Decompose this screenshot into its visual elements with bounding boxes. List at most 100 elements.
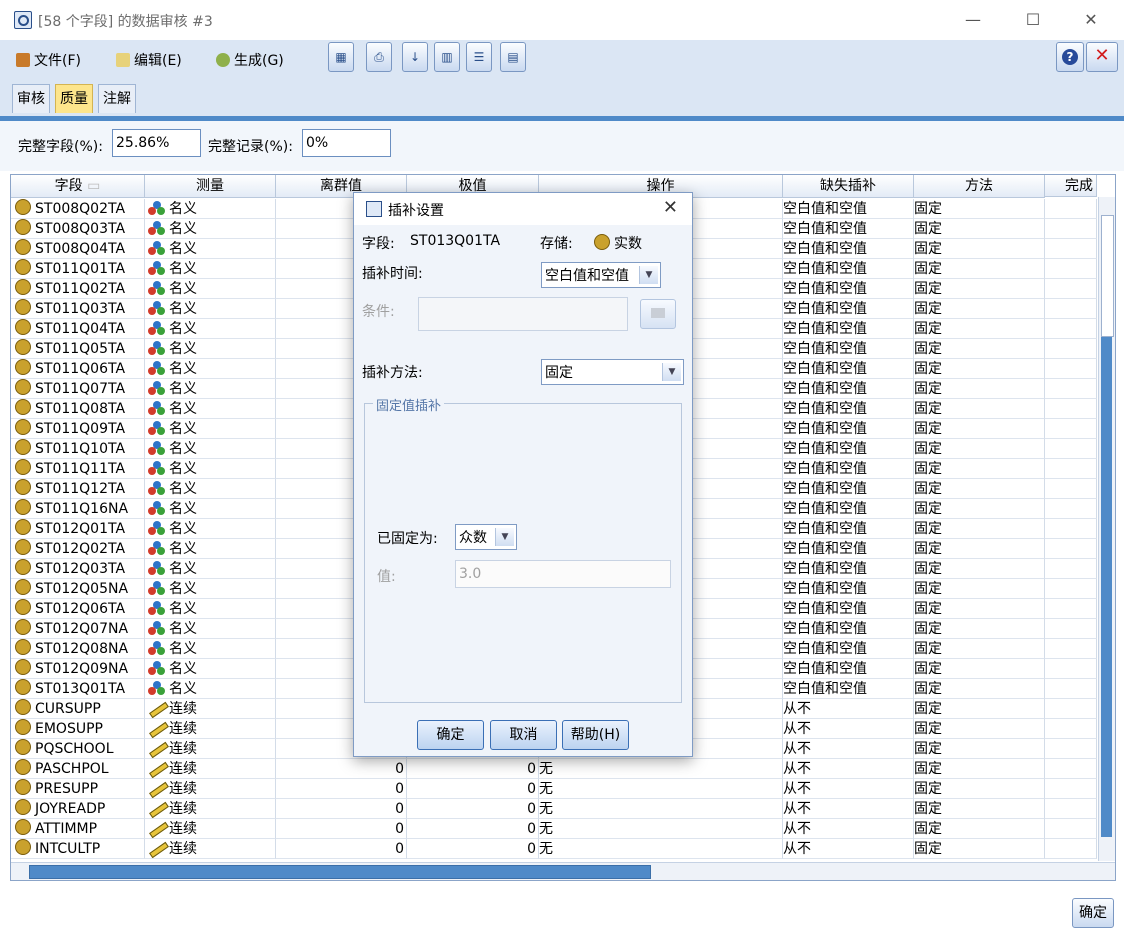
- measure-value: 名义: [169, 621, 197, 637]
- hscrollbar-thumb[interactable]: [29, 865, 651, 879]
- header-field[interactable]: 字段 ▭: [11, 175, 145, 198]
- complete-cell: [1045, 299, 1097, 319]
- complete-cell: [1045, 479, 1097, 499]
- complete-cell: [1045, 779, 1097, 799]
- op-cell: 无: [539, 779, 783, 799]
- export-icon[interactable]: ▦: [328, 42, 354, 72]
- menu-edit[interactable]: 编辑(E): [116, 50, 182, 70]
- ok-button[interactable]: 确定: [1072, 898, 1114, 928]
- field-name: ST011Q02TA: [35, 281, 126, 297]
- impute-method-select[interactable]: 固定 ▼: [541, 359, 684, 385]
- real-storage-icon: [15, 199, 31, 215]
- field-name: ST008Q02TA: [35, 201, 126, 217]
- field-name: ST012Q02TA: [35, 541, 126, 557]
- table-view-icon[interactable]: ▤: [500, 42, 526, 72]
- dialog-field-label: 字段:: [362, 236, 395, 252]
- close-icon[interactable]: ✕: [1086, 42, 1118, 72]
- complete-records-field[interactable]: 0%: [302, 129, 391, 157]
- menu-generate[interactable]: 生成(G): [216, 50, 284, 70]
- impute-cell: 空白值和空值: [783, 659, 914, 679]
- complete-records-label: 完整记录(%):: [208, 139, 293, 155]
- scrollbar-track[interactable]: [1101, 337, 1112, 837]
- chevron-down-icon: ▼: [495, 528, 514, 546]
- complete-fields-field[interactable]: 25.86%: [112, 129, 201, 157]
- field-cell: ST008Q04TA: [11, 239, 145, 259]
- impute-cell: 空白值和空值: [783, 579, 914, 599]
- value-input[interactable]: 3.0: [455, 560, 671, 588]
- measure-cell: 连续: [145, 759, 276, 779]
- vertical-scrollbar[interactable]: [1098, 197, 1115, 861]
- condition-input[interactable]: [418, 297, 628, 331]
- field-cell: ST011Q11TA: [11, 459, 145, 479]
- field-cell: ST012Q08NA: [11, 639, 145, 659]
- menu-file[interactable]: 文件(F): [16, 50, 81, 70]
- table-row[interactable]: JOYREADP 连续 0 0 无从不 固定: [11, 799, 1097, 819]
- real-storage-icon: [15, 839, 31, 855]
- sort-icon[interactable]: ↓: [402, 42, 428, 72]
- minimize-button[interactable]: —: [958, 8, 988, 32]
- continuous-icon: [148, 781, 166, 795]
- field-name: ST011Q07TA: [35, 381, 126, 397]
- dialog-storage: 实数: [594, 233, 642, 253]
- table-row[interactable]: PASCHPOL 连续 0 0 无从不 固定: [11, 759, 1097, 779]
- impute-when-select[interactable]: 空白值和空值 ▼: [541, 262, 661, 288]
- nominal-icon: [148, 641, 166, 655]
- dialog-title: 插补设置: [388, 203, 444, 219]
- horizontal-scrollbar[interactable]: [11, 862, 1115, 880]
- print-icon[interactable]: ⎙: [366, 42, 392, 72]
- impute-cell: 空白值和空值: [783, 479, 914, 499]
- real-storage-icon: [15, 719, 31, 735]
- measure-value: 名义: [169, 361, 197, 377]
- dialog-help-button[interactable]: 帮助(H): [562, 720, 629, 750]
- fixed-as-value: 众数: [459, 530, 487, 546]
- measure-cell: 名义: [145, 679, 276, 699]
- measure-cell: 名义: [145, 279, 276, 299]
- continuous-icon: [148, 821, 166, 835]
- help-button[interactable]: ?: [1056, 42, 1084, 72]
- op-cell: 无: [539, 759, 783, 779]
- field-cell: ST011Q16NA: [11, 499, 145, 519]
- measure-value: 名义: [169, 581, 197, 597]
- fixed-as-select[interactable]: 众数 ▼: [455, 524, 517, 550]
- dialog-cancel-button[interactable]: 取消: [490, 720, 557, 750]
- nominal-icon: [148, 581, 166, 595]
- impute-cell: 空白值和空值: [783, 219, 914, 239]
- method-cell: 固定: [914, 779, 1045, 799]
- list-view-icon[interactable]: ☰: [466, 42, 492, 72]
- measure-value: 名义: [169, 521, 197, 537]
- header-measure[interactable]: 测量: [145, 175, 276, 198]
- chevron-down-icon: ▼: [662, 363, 681, 381]
- tab-quality[interactable]: 质量: [55, 84, 93, 113]
- tab-audit[interactable]: 审核: [12, 84, 50, 113]
- impute-cell: 空白值和空值: [783, 539, 914, 559]
- table-row[interactable]: INTCULTP 连续 0 0 无从不 固定: [11, 839, 1097, 859]
- field-cell: ST012Q01TA: [11, 519, 145, 539]
- grid-view-icon[interactable]: ▥: [434, 42, 460, 72]
- header-impute-missing[interactable]: 缺失插补: [783, 175, 914, 198]
- complete-cell: [1045, 659, 1097, 679]
- header-complete[interactable]: 完成: [1045, 175, 1097, 197]
- measure-cell: 名义: [145, 299, 276, 319]
- tab-annotation[interactable]: 注解: [98, 84, 136, 113]
- measure-value: 名义: [169, 601, 197, 617]
- impute-when-value: 空白值和空值: [545, 268, 629, 284]
- expression-builder-button[interactable]: [640, 299, 676, 329]
- measure-value: 连续: [169, 801, 197, 817]
- close-window-button[interactable]: ✕: [1076, 8, 1106, 32]
- impute-cell: 空白值和空值: [783, 519, 914, 539]
- continuous-icon: [148, 721, 166, 735]
- impute-cell: 空白值和空值: [783, 379, 914, 399]
- table-row[interactable]: ATTIMMP 连续 0 0 无从不 固定: [11, 819, 1097, 839]
- header-method[interactable]: 方法: [914, 175, 1045, 198]
- scrollbar-thumb[interactable]: [1101, 215, 1114, 337]
- dialog-ok-button[interactable]: 确定: [417, 720, 484, 750]
- method-cell: 固定: [914, 299, 1045, 319]
- dialog-close-icon[interactable]: ✕: [663, 197, 678, 218]
- measure-value: 名义: [169, 461, 197, 477]
- continuous-icon: [148, 761, 166, 775]
- method-cell: 固定: [914, 839, 1045, 859]
- complete-cell: [1045, 339, 1097, 359]
- maximize-button[interactable]: ☐: [1018, 8, 1048, 32]
- method-cell: 固定: [914, 499, 1045, 519]
- table-row[interactable]: PRESUPP 连续 0 0 无从不 固定: [11, 779, 1097, 799]
